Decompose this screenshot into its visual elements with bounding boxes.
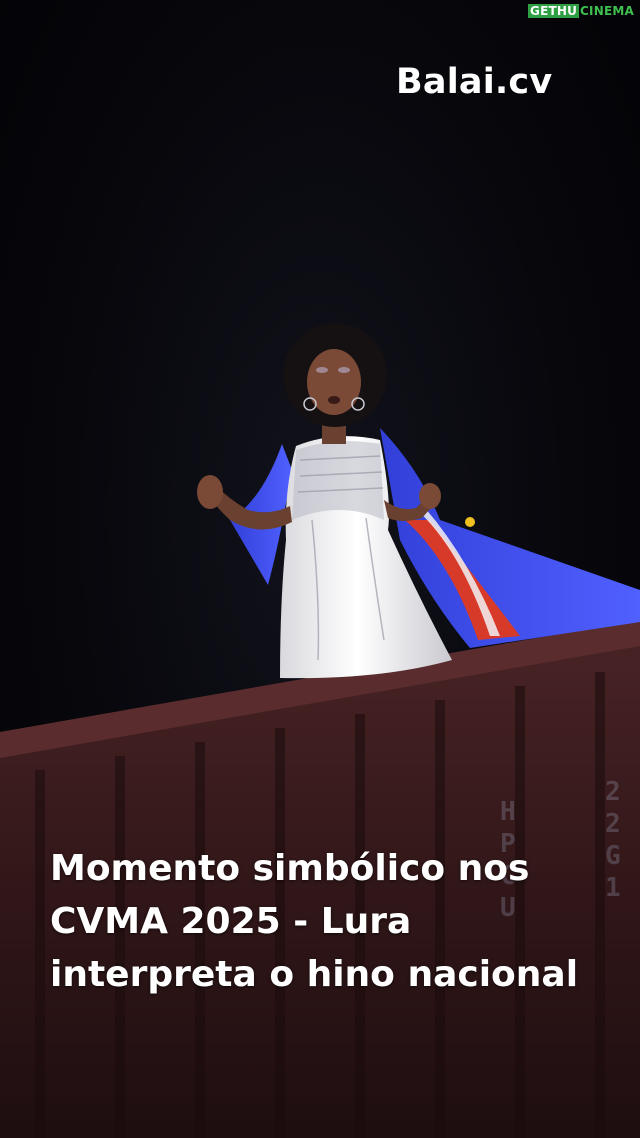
svg-text:H: H xyxy=(500,797,516,827)
caption-line: interpreta o hino nacional xyxy=(50,954,579,995)
performer-head xyxy=(283,323,387,444)
caption-line: CVMA 2025 - Lura xyxy=(50,901,412,942)
video-frame: GETHU CINEMA Balai.cv H P C U 2 2 G 1 Mo… xyxy=(0,0,640,1138)
svg-text:2: 2 xyxy=(605,809,621,839)
caption-line: Momento simbólico nos xyxy=(50,848,530,889)
svg-text:2: 2 xyxy=(605,777,621,807)
caption-overlay: Momento simbólico nos CVMA 2025 - Lura i… xyxy=(50,842,620,1001)
